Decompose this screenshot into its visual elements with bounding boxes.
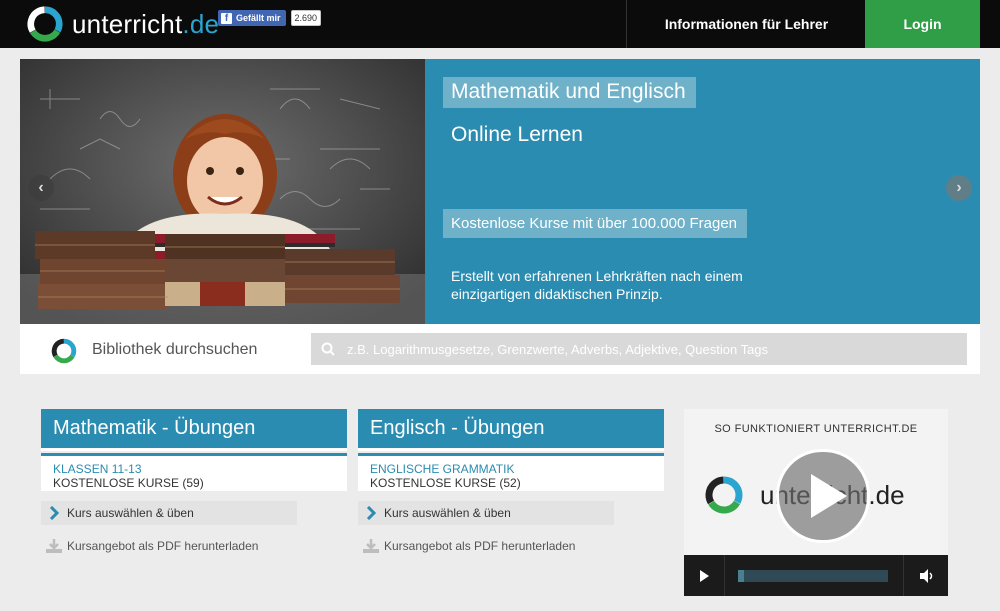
video-screen[interactable]: SO FUNKTIONIERT UNTERRICHT.DE unterricht… [684,409,948,555]
course-count-label: KOSTENLOSE KURSE (59) [53,476,204,490]
download-pdf-link[interactable]: Kursangebot als PDF herunterladen [41,535,347,557]
select-course-button[interactable]: Kurs auswählen & üben [358,501,614,525]
course-card-info: ENGLISCHE GRAMMATIK KOSTENLOSE KURSE (52… [358,453,664,491]
logo-ring-icon [27,6,63,42]
top-navigation-bar: unterricht.de f Gefällt mir 2.690 Inform… [0,0,1000,48]
facebook-like-button[interactable]: f Gefällt mir [218,10,286,26]
logo-ring-icon [705,476,743,514]
course-count-label: KOSTENLOSE KURSE (52) [370,476,521,490]
site-logo[interactable]: unterricht.de [26,5,219,43]
course-card-english: Englisch - Übungen ENGLISCHE GRAMMATIK K… [358,409,664,569]
library-search-bar: Bibliothek durchsuchen [20,324,980,374]
video-controls [684,555,948,596]
course-card-title[interactable]: Mathematik - Übungen [41,409,347,451]
video-progress-fill [738,570,744,582]
hero-image [20,59,425,324]
chevron-right-icon [41,501,67,525]
logo-ring-icon [51,338,77,364]
course-card-title[interactable]: Englisch - Übungen [358,409,664,451]
slider-next-arrow-icon[interactable]: › [946,175,972,201]
course-card-info: KLASSEN 11-13 KOSTENLOSE KURSE (59) [41,453,347,491]
login-button[interactable]: Login [865,0,980,48]
volume-icon[interactable] [903,555,948,596]
nav-teachers-info[interactable]: Informationen für Lehrer [626,0,866,48]
course-class-label[interactable]: KLASSEN 11-13 [53,463,335,476]
download-pdf-label: Kursangebot als PDF herunterladen [384,539,576,553]
select-course-button[interactable]: Kurs auswählen & üben [41,501,297,525]
boy-with-books-illustration [20,59,425,324]
hero-description: Erstellt von erfahrenen Lehrkräften nach… [451,268,743,302]
hero-text-panel: Mathematik und Englisch Online Lernen Ko… [425,59,980,324]
download-icon [358,535,384,557]
video-play-overlay-icon[interactable] [776,449,870,543]
facebook-like-widget: f Gefällt mir 2.690 [218,10,322,26]
facebook-like-count: 2.690 [290,10,322,26]
select-course-label: Kurs auswählen & üben [384,506,511,520]
course-class-label[interactable]: ENGLISCHE GRAMMATIK [370,463,652,476]
search-label: Bibliothek durchsuchen [92,341,258,358]
download-icon [41,535,67,557]
logo-domain: .de [182,9,220,39]
facebook-like-label: Gefällt mir [236,13,281,23]
hero-subtitle: Online Lernen [451,123,583,146]
search-input[interactable] [345,340,967,358]
hero-title: Mathematik und Englisch [443,77,696,108]
download-pdf-label: Kursangebot als PDF herunterladen [67,539,259,553]
video-player: SO FUNKTIONIERT UNTERRICHT.DE unterricht… [684,409,948,596]
facebook-icon: f [221,12,232,24]
hero-slider: Mathematik und Englisch Online Lernen Ko… [20,59,980,324]
video-caption: SO FUNKTIONIERT UNTERRICHT.DE [714,423,918,435]
logo-text: unterricht [72,9,183,39]
video-progress-bar[interactable] [738,570,888,582]
search-box[interactable] [311,333,967,365]
chevron-right-icon [358,501,384,525]
course-card-math: Mathematik - Übungen KLASSEN 11-13 KOSTE… [41,409,347,569]
play-icon[interactable] [684,555,725,596]
hero-tag: Kostenlose Kurse mit über 100.000 Fragen [443,209,748,238]
select-course-label: Kurs auswählen & üben [67,506,194,520]
slider-prev-arrow-icon[interactable]: ‹ [28,175,54,201]
search-icon [311,333,345,365]
download-pdf-link[interactable]: Kursangebot als PDF herunterladen [358,535,664,557]
